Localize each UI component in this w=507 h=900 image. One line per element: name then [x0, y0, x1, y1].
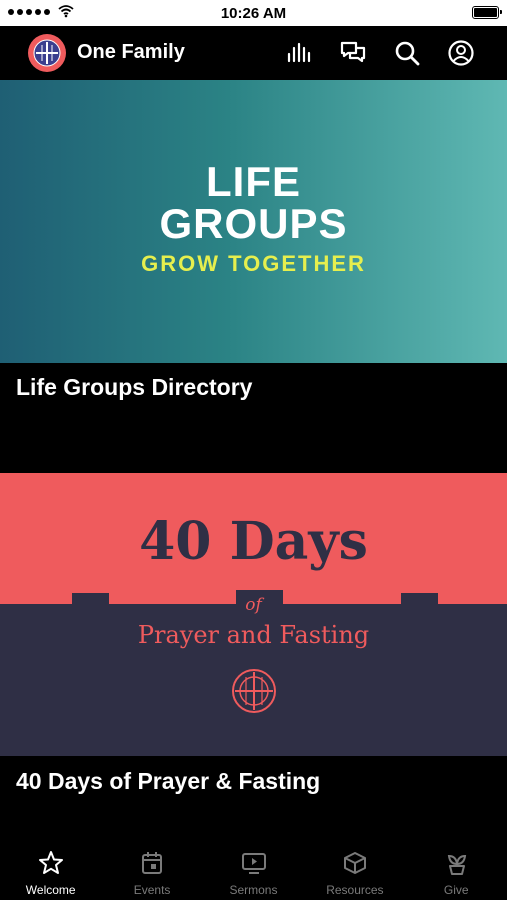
banner-subtitle: Prayer and Fasting	[137, 621, 370, 649]
tab-label: Resources	[326, 883, 384, 897]
status-time: 10:26 AM	[220, 5, 287, 22]
logo-icon[interactable]	[28, 34, 66, 72]
tab-resources[interactable]: Resources	[304, 842, 405, 900]
tab-give[interactable]: Give	[406, 842, 507, 900]
calendar-icon	[142, 852, 163, 874]
chat-icon[interactable]	[339, 39, 367, 67]
life-groups-banner[interactable]: LIFE GROUPS GROW TOGETHER	[0, 80, 507, 363]
profile-icon[interactable]	[447, 39, 475, 67]
tab-label: Sermons	[229, 883, 278, 897]
banner-heading-line2: GROUPS	[159, 200, 348, 247]
tab-sermons[interactable]: Sermons	[203, 842, 304, 900]
app-title: One Family	[77, 41, 185, 63]
banner-heading-line1: LIFE	[206, 158, 301, 205]
battery-icon	[472, 6, 502, 19]
app-header: One Family	[0, 26, 507, 80]
tab-label: Welcome	[25, 883, 76, 897]
star-icon	[39, 851, 63, 874]
card-title-prayer-fasting[interactable]: 40 Days of Prayer & Fasting	[16, 768, 320, 795]
banner-subtitle: GROW TOGETHER	[141, 251, 366, 276]
status-bar: 10:26 AM	[0, 0, 507, 26]
search-icon[interactable]	[393, 39, 421, 67]
box-icon	[344, 852, 367, 874]
banner-heading: 40 Days	[139, 511, 368, 572]
tab-bar: Welcome Events Sermons Resources Give	[0, 842, 507, 900]
card-title-life-groups[interactable]: Life Groups Directory	[16, 374, 252, 401]
video-icon	[241, 853, 266, 874]
banner-of: of	[245, 595, 262, 615]
live-audio-icon[interactable]	[285, 39, 313, 67]
plant-icon	[447, 854, 466, 875]
tab-welcome[interactable]: Welcome	[0, 842, 101, 900]
church-emblem-icon	[232, 669, 276, 713]
tab-label: Events	[133, 883, 171, 897]
tab-label: Give	[443, 883, 469, 897]
tab-events[interactable]: Events	[101, 842, 202, 900]
prayer-fasting-banner[interactable]: 40 Days of Prayer and Fasting	[0, 473, 507, 756]
